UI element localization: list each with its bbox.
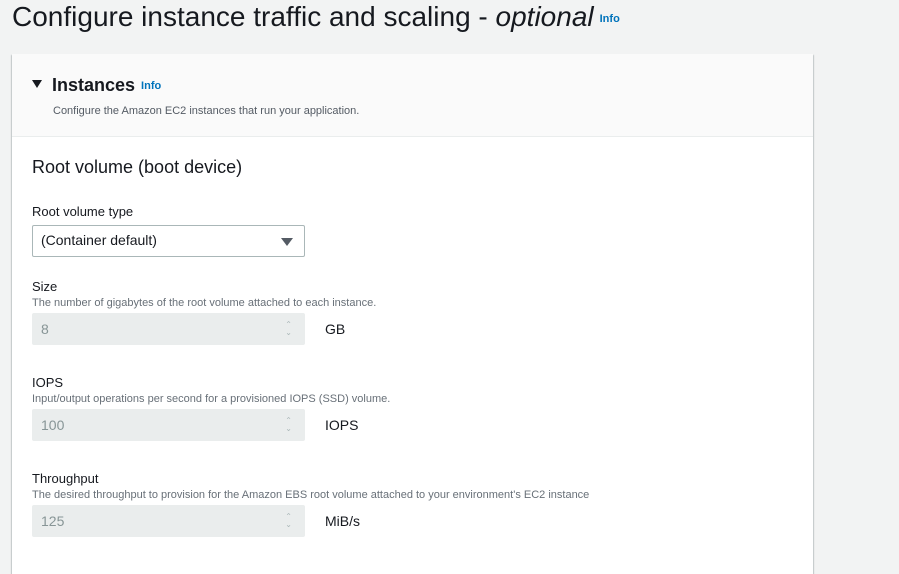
- collapse-caret-icon[interactable]: [32, 79, 42, 88]
- iops-hint: Input/output operations per second for a…: [32, 393, 391, 405]
- size-input[interactable]: 8 ⌃ ⌄: [32, 313, 305, 345]
- throughput-label: Throughput: [32, 471, 99, 486]
- root-volume-heading: Root volume (boot device): [32, 157, 243, 177]
- iops-label: IOPS: [32, 375, 64, 390]
- throughput-input[interactable]: 125 ⌃ ⌄: [32, 505, 305, 537]
- stepper-icon: ⌃ ⌄: [285, 320, 292, 337]
- instances-description: Configure the Amazon EC2 instances that …: [53, 105, 360, 117]
- iops-value: 100: [41, 417, 65, 433]
- throughput-value: 125: [41, 513, 65, 529]
- instances-title: Instances: [52, 75, 136, 95]
- optional-label: optional: [495, 1, 594, 32]
- throughput-unit: MiB/s: [325, 513, 360, 529]
- iops-unit: IOPS: [325, 417, 359, 433]
- info-link[interactable]: Info: [600, 13, 620, 25]
- size-label: Size: [32, 279, 58, 294]
- root-volume-type-value: (Container default): [41, 232, 157, 248]
- page-title-text: Configure instance traffic and scaling -: [12, 1, 496, 32]
- size-hint: The number of gigabytes of the root volu…: [32, 297, 377, 309]
- size-value: 8: [41, 321, 49, 337]
- root-volume-type-select[interactable]: (Container default): [32, 225, 305, 257]
- stepper-icon: ⌃ ⌄: [285, 512, 292, 529]
- root-volume-type-label: Root volume type: [32, 204, 134, 219]
- throughput-hint: The desired throughput to provision for …: [32, 489, 590, 501]
- size-unit: GB: [325, 321, 346, 337]
- stepper-icon: ⌃ ⌄: [285, 416, 292, 433]
- instances-info-link[interactable]: Info: [141, 80, 161, 92]
- instances-header[interactable]: Instances Info Configure the Amazon EC2 i…: [12, 54, 813, 137]
- dropdown-caret-icon: [281, 238, 293, 246]
- iops-input[interactable]: 100 ⌃ ⌄: [32, 409, 305, 441]
- instances-panel: Instances Info Configure the Amazon EC2 i…: [12, 54, 813, 574]
- page-title: Configure instance traffic and scaling -…: [12, 0, 620, 36]
